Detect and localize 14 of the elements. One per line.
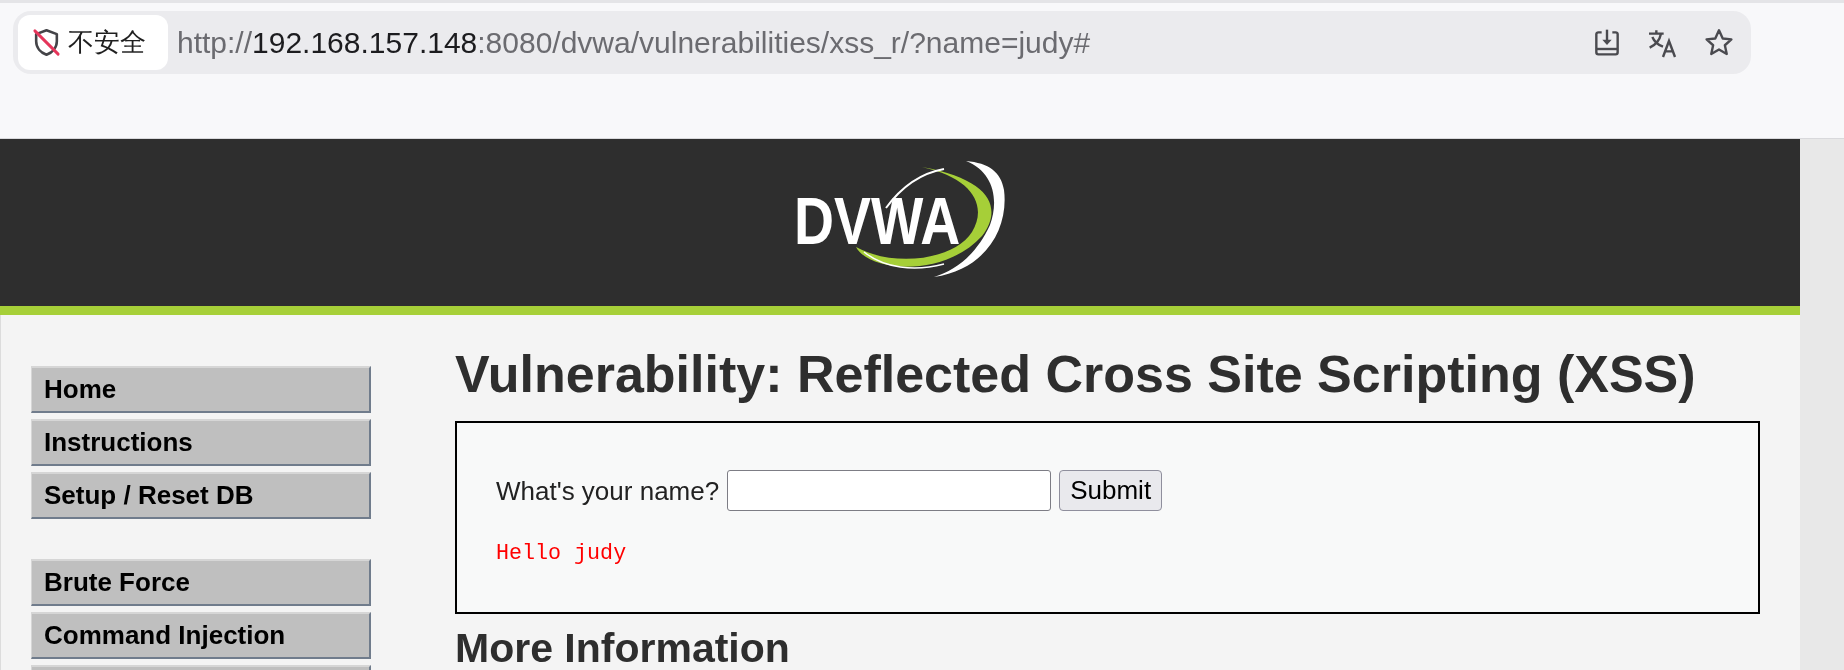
name-input-field[interactable] bbox=[727, 470, 1052, 511]
page-title: Vulnerability: Reflected Cross Site Scripting (XSS) bbox=[455, 344, 1696, 404]
sidebar-item[interactable]: Instructions bbox=[31, 419, 371, 466]
sidebar-item[interactable]: Home bbox=[31, 366, 371, 413]
sidebar-item[interactable]: Setup / Reset DB bbox=[31, 472, 371, 519]
url-text[interactable]: http://192.168.157.148:8080/dvwa/vulnerabilities/xss_r/?name=judy# bbox=[177, 25, 1091, 60]
submit-button[interactable]: Submit bbox=[1059, 470, 1163, 511]
sidebar-item[interactable]: Command Injection bbox=[31, 612, 371, 659]
greeting-text: Hello judy bbox=[496, 541, 627, 567]
name-label: What's your name? bbox=[496, 475, 720, 506]
security-status-button[interactable]: 不安全 bbox=[18, 15, 168, 70]
shield-slash-icon bbox=[31, 27, 62, 58]
sidebar-item[interactable]: Brute Force bbox=[31, 559, 371, 606]
section-heading: More Information bbox=[455, 628, 790, 668]
